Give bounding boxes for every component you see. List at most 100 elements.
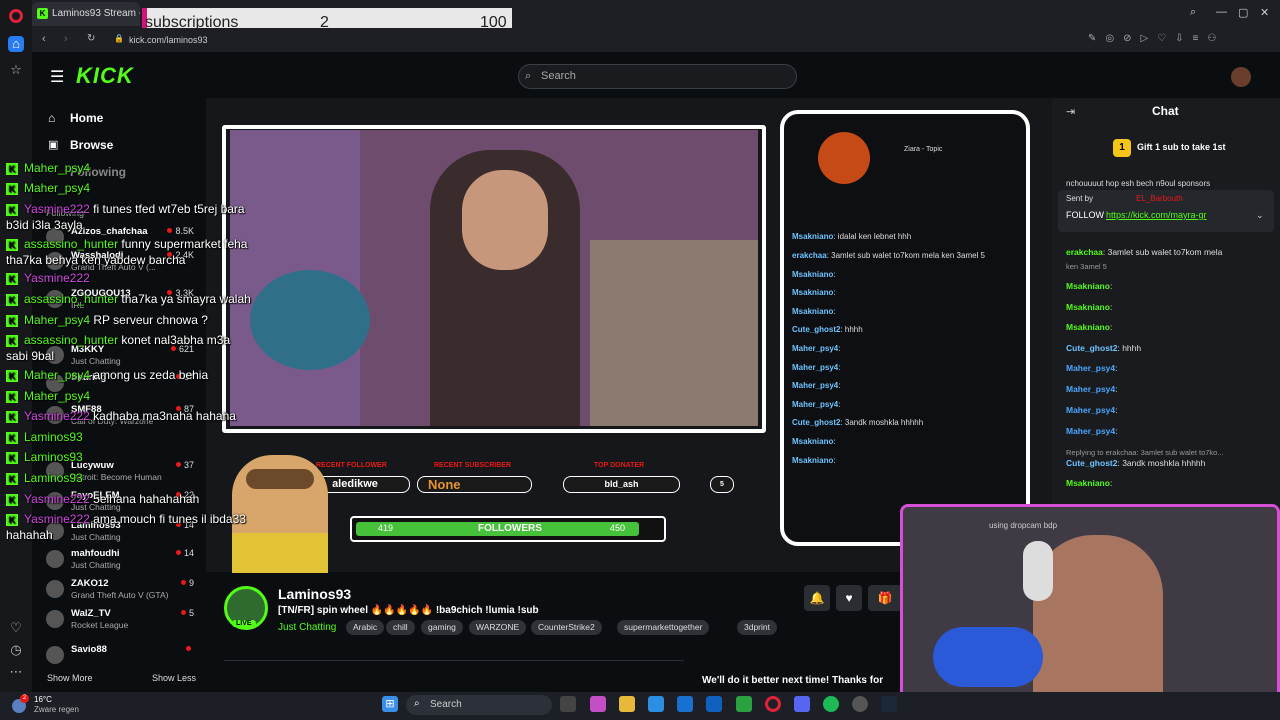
kick-badge-icon: K (6, 514, 18, 526)
collapse-chat-icon[interactable]: ⇥ (1066, 105, 1075, 118)
stream-tag[interactable]: 3dprint (737, 620, 777, 635)
chat-username[interactable]: Cute_ghost2 (1066, 458, 1117, 468)
opera-taskbar-icon[interactable] (765, 696, 781, 712)
windows-start-icon[interactable]: ⊞ (382, 696, 398, 712)
browser-toolbar-icons[interactable]: ✎◎⊘▷♡⇩≡⚇ (1088, 33, 1225, 44)
star-icon[interactable]: ☆ (8, 62, 24, 78)
chat-username[interactable]: Maher_psy4 (1066, 384, 1115, 394)
chat-text: : (1109, 281, 1113, 291)
gift-sub-prompt[interactable]: Gift 1 sub to take 1st (1137, 142, 1226, 152)
spotify-icon[interactable] (823, 696, 839, 712)
chevron-down-icon[interactable]: ⌄ (1256, 210, 1264, 221)
search-tabs-icon[interactable]: ⌕ (1190, 6, 1196, 19)
store-icon[interactable] (677, 696, 693, 712)
user-avatar[interactable] (1231, 67, 1251, 87)
copilot-icon[interactable] (590, 696, 606, 712)
kick-badge-icon: K (6, 411, 18, 423)
kick-badge-icon: K (6, 494, 18, 506)
overlay-chat-message: : (838, 344, 841, 353)
guest-facecam: using dropcam bdp (900, 504, 1280, 716)
sidebar-channel[interactable]: M3KKY Just Chatting 621 (46, 344, 196, 368)
search-input[interactable]: ⌕ Search (518, 64, 797, 89)
streamer-name[interactable]: Laminos93 (278, 586, 351, 602)
show-more-button[interactable]: Show More (47, 673, 93, 683)
opera-logo-icon[interactable] (9, 9, 23, 23)
sidebar-channel[interactable]: ZAKO12 Grand Theft Auto V (GTA) 9 (46, 578, 196, 602)
stream-tag[interactable]: chill (386, 620, 415, 635)
sidebar-channel[interactable]: Savio88 (46, 644, 196, 668)
close-icon[interactable]: ✕ (1260, 6, 1269, 19)
notification-count: 2 (20, 694, 29, 703)
stream-category[interactable]: Just Chatting (278, 622, 336, 633)
steam-icon[interactable] (881, 696, 897, 712)
kick-badge-icon: K (6, 183, 18, 195)
taskbar-search-label: Search (430, 699, 462, 710)
show-less-button[interactable]: Show Less (152, 673, 196, 683)
chat-username[interactable]: Maher_psy4 (1066, 405, 1115, 415)
history-icon[interactable]: ◷ (8, 642, 24, 658)
stream-tag[interactable]: gaming (421, 620, 463, 635)
overlay-chat-message: : (838, 362, 841, 372)
back-icon[interactable]: ‹ (42, 33, 46, 45)
edge-icon[interactable] (648, 696, 664, 712)
chat-message: Replying to erakchaa: 3amlet sub walet t… (1066, 447, 1224, 457)
chat-username[interactable]: Maher_psy4 (1066, 363, 1115, 373)
taskbar-search[interactable]: ⌕ Search (406, 695, 552, 715)
stream-tag[interactable]: WARZONE (469, 620, 527, 635)
chat-username[interactable]: Msakniano (1066, 302, 1110, 312)
followers-label: FOLLOWERS (478, 523, 542, 534)
zebra-blanket (590, 240, 758, 426)
chat-username[interactable]: Msakniano (1066, 478, 1110, 488)
task-view-icon[interactable] (560, 696, 576, 712)
chat-username[interactable]: Cute_ghost2 (1066, 343, 1117, 353)
prize-wheel (250, 270, 370, 370)
file-explorer-icon[interactable] (619, 696, 635, 712)
chat-username[interactable]: Maher_psy4 (1066, 426, 1115, 436)
chat-username[interactable]: erakchaa (1066, 247, 1103, 257)
hamburger-menu-icon[interactable]: ☰ (50, 67, 64, 87)
overlay-chat-user: Maher_psy4 (792, 344, 839, 353)
reload-icon[interactable]: ↻ (87, 33, 95, 44)
follow-heart-icon[interactable]: ♥ (836, 585, 862, 611)
chat-text: : 3amlet sub walet to7kom mela (1102, 247, 1223, 257)
chat-message: Msakniano: (1066, 322, 1112, 332)
maximize-icon[interactable]: ▢ (1238, 6, 1248, 19)
stream-tag[interactable]: CounterStrike2 (531, 620, 602, 635)
kick-badge-icon: K (6, 163, 18, 175)
chat-message: Msakniano: (1066, 478, 1112, 488)
obs-chat-line: tha7ka behya ken yabdew barcha (6, 253, 185, 267)
forward-icon[interactable]: › (64, 33, 68, 45)
chat-username[interactable]: Msakniano (1066, 281, 1110, 291)
gift-count-badge: 1 (1113, 139, 1131, 157)
heart-icon[interactable]: ♡ (8, 620, 24, 636)
lock-icon: 🔒 (114, 34, 124, 43)
more-icon[interactable]: ⋯ (8, 664, 24, 680)
nav-browse[interactable]: Browse (70, 138, 113, 152)
nav-home[interactable]: Home (70, 111, 103, 125)
pinned-link[interactable]: https://kick.com/mayra-gr (1106, 210, 1207, 220)
discord-icon[interactable] (794, 696, 810, 712)
notification-bell-icon[interactable]: 🔔 (804, 585, 830, 611)
browser-tab[interactable]: K Laminos93 Stream - Wat (32, 2, 140, 26)
windows-taskbar (0, 692, 1280, 720)
outlook-icon[interactable] (706, 696, 722, 712)
kick-logo[interactable]: KICK (76, 63, 134, 89)
sidebar-channel[interactable]: mahfoudhi Just Chatting 14 (46, 548, 196, 572)
kick-app-icon[interactable] (736, 696, 752, 712)
minimize-icon[interactable]: — (1216, 6, 1227, 18)
overlay-chat-user: Cute_ghost2 (792, 418, 841, 428)
gift-button[interactable]: 🎁 (868, 585, 902, 611)
stream-tag[interactable]: Arabic (346, 620, 385, 635)
chat-message: Maher_psy4: (1066, 405, 1118, 415)
sidebar-channel[interactable]: WalZ_TV Rocket League 5 (46, 608, 196, 632)
channel-category: Just Chatting (71, 532, 121, 542)
home-icon[interactable]: ⌂ (8, 36, 24, 52)
obs-icon[interactable] (852, 696, 868, 712)
search-icon: ⌕ (525, 70, 532, 82)
stream-tag[interactable]: supermarkettogether (617, 620, 710, 635)
chat-username[interactable]: Msakniano (1066, 322, 1110, 332)
url-field[interactable]: kick.com/laminos93 (129, 32, 1139, 48)
channel-avatar (46, 580, 64, 598)
obs-chat-user: Laminos93 (24, 450, 83, 464)
overlay-chat-line: Msakniano: (792, 307, 836, 316)
